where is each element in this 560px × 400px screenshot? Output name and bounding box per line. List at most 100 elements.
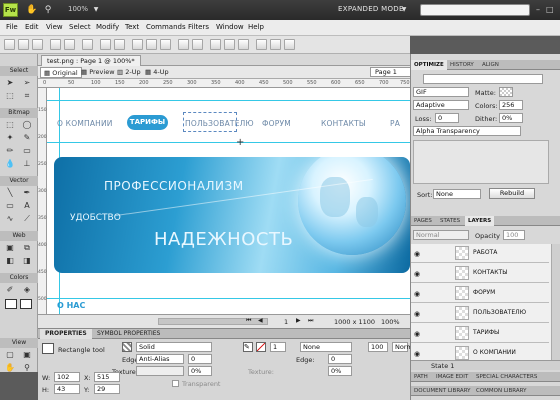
- page-first-icon[interactable]: ⏮: [246, 317, 251, 325]
- copy-icon[interactable]: [146, 39, 157, 50]
- fill-type-select[interactable]: Solid: [136, 342, 212, 352]
- paint-bucket-icon[interactable]: ◈: [22, 285, 32, 295]
- slice-icon[interactable]: ⧉: [22, 243, 32, 253]
- tab-4up[interactable]: ▦ 4-Up: [142, 67, 172, 78]
- tab-original[interactable]: ▦ Original: [40, 67, 82, 78]
- export-preset-select[interactable]: [423, 74, 543, 84]
- lasso-icon[interactable]: ◯: [22, 120, 32, 130]
- x-field[interactable]: 515: [94, 372, 120, 382]
- flip-icon[interactable]: [238, 39, 249, 50]
- search-input[interactable]: [420, 4, 530, 16]
- guide-horizontal[interactable]: [47, 100, 410, 101]
- stroke-width[interactable]: 1: [270, 342, 286, 352]
- menu-window[interactable]: Window: [216, 23, 244, 31]
- text-icon[interactable]: A: [22, 201, 32, 211]
- loss-field[interactable]: 0: [435, 113, 459, 123]
- tab-path[interactable]: PATH: [411, 372, 431, 382]
- menu-modify[interactable]: Modify: [96, 23, 119, 31]
- fill-swatch[interactable]: [122, 342, 132, 352]
- cut-icon[interactable]: [132, 39, 143, 50]
- hand-tool-icon[interactable]: ✋: [5, 363, 15, 373]
- rectangle-icon[interactable]: ▭: [5, 201, 15, 211]
- eye-icon[interactable]: ◉: [414, 250, 420, 258]
- tab-symbol-properties[interactable]: SYMBOL PROPERTIES: [92, 329, 165, 339]
- undo-icon[interactable]: [100, 39, 111, 50]
- palette-select[interactable]: Adaptive: [413, 100, 469, 110]
- matte-swatch[interactable]: [499, 87, 513, 97]
- import-icon[interactable]: [50, 39, 61, 50]
- paste-icon[interactable]: [160, 39, 171, 50]
- eye-icon[interactable]: ◉: [414, 290, 420, 298]
- menu-file[interactable]: File: [6, 23, 18, 31]
- layer-opacity-field[interactable]: 100: [503, 230, 525, 240]
- menu-text[interactable]: Text: [125, 23, 139, 31]
- status-zoom[interactable]: 100%: [381, 318, 400, 326]
- opacity-field[interactable]: 100: [368, 342, 388, 352]
- guide-horizontal[interactable]: [47, 298, 410, 299]
- eye-icon[interactable]: ◉: [414, 350, 420, 358]
- tab-pages[interactable]: PAGES: [411, 216, 435, 226]
- transparent-checkbox[interactable]: [172, 380, 179, 387]
- transparency-select[interactable]: Alpha Transparency: [413, 126, 521, 136]
- sort-select[interactable]: None: [433, 189, 481, 199]
- rotate-icon[interactable]: [224, 39, 235, 50]
- y-field[interactable]: 29: [94, 384, 120, 394]
- show-slices-icon[interactable]: ◨: [22, 256, 32, 266]
- tab-image-edit[interactable]: IMAGE EDIT: [433, 372, 471, 382]
- standard-mode-icon[interactable]: ▢: [5, 350, 15, 360]
- export-icon[interactable]: [64, 39, 75, 50]
- page-next-icon[interactable]: ▶: [296, 317, 301, 324]
- layers-scrollbar[interactable]: [551, 244, 560, 368]
- stroke-edge-value[interactable]: 0: [328, 354, 352, 364]
- eraser-icon[interactable]: ▭: [22, 146, 32, 156]
- eye-icon[interactable]: ◉: [414, 270, 420, 278]
- align-icon[interactable]: [210, 39, 221, 50]
- hand-icon[interactable]: ✋: [26, 4, 38, 16]
- guide-horizontal[interactable]: [47, 142, 410, 143]
- split-icon[interactable]: [284, 39, 295, 50]
- fill-color-swatch[interactable]: [20, 299, 32, 309]
- tab-optimize[interactable]: OPTIMIZE: [411, 60, 447, 70]
- workspace-mode[interactable]: EXPANDED MODE: [338, 5, 404, 13]
- magic-wand-icon[interactable]: ✦: [5, 133, 15, 143]
- document-canvas[interactable]: О КОМПАНИИ ТАРИФЫ ПОЛЬЗОВАТЕЛЮ + ФОРУМ К…: [47, 88, 410, 314]
- tab-document-library[interactable]: DOCUMENT LIBRARY: [411, 386, 474, 396]
- fill-edge-value[interactable]: 0: [188, 354, 212, 364]
- menu-commands[interactable]: Commands: [146, 23, 186, 31]
- pencil-icon[interactable]: ✏: [5, 146, 15, 156]
- hide-slices-icon[interactable]: ◧: [5, 256, 15, 266]
- tab-layers[interactable]: LAYERS: [465, 216, 495, 226]
- tab-properties[interactable]: PROPERTIES: [40, 329, 92, 339]
- layer-row[interactable]: ◉ КОНТАКТЫ: [411, 264, 549, 283]
- page-prev-icon[interactable]: ◀: [258, 317, 263, 324]
- zoom-icon[interactable]: ⚲: [42, 4, 54, 16]
- layer-row[interactable]: ◉ РАБОТА: [411, 244, 549, 263]
- subselect-icon[interactable]: ➢: [22, 78, 32, 88]
- fill-texture-select[interactable]: [136, 366, 184, 376]
- knife-icon[interactable]: ⟋: [22, 214, 32, 224]
- blend-mode-select[interactable]: Normal: [392, 342, 419, 352]
- layer-row[interactable]: ◉ ФОРУМ: [411, 284, 549, 303]
- tab-common-library[interactable]: COMMON LIBRARY: [473, 386, 530, 396]
- new-icon[interactable]: [4, 39, 15, 50]
- tab-history[interactable]: HISTORY: [447, 60, 477, 70]
- hotspot-icon[interactable]: ▣: [5, 243, 15, 253]
- menu-help[interactable]: Help: [248, 23, 264, 31]
- layer-row[interactable]: ◉ ПОЛЬЗОВАТЕЛЮ: [411, 304, 549, 323]
- full-screen-icon[interactable]: ▣: [22, 350, 32, 360]
- chevron-down-icon[interactable]: ▼: [398, 4, 410, 16]
- chevron-down-icon[interactable]: ▼: [90, 4, 102, 16]
- layer-row[interactable]: ◉ ТАРИФЫ: [411, 324, 549, 343]
- rebuild-button[interactable]: Rebuild: [489, 188, 535, 199]
- menu-view[interactable]: View: [46, 23, 63, 31]
- blur-icon[interactable]: 💧: [5, 159, 15, 169]
- stroke-pencil-icon[interactable]: ✎: [243, 342, 253, 352]
- minimize-icon[interactable]: –: [536, 5, 540, 14]
- document-tab[interactable]: test.png : Page 1 @ 100%*: [41, 55, 141, 66]
- redo-icon[interactable]: [114, 39, 125, 50]
- stroke-texture-value[interactable]: 0%: [328, 366, 352, 376]
- height-field[interactable]: 43: [54, 384, 80, 394]
- fill-edge-select[interactable]: Anti-Alias: [136, 354, 184, 364]
- layer-blend-select[interactable]: Normal: [413, 230, 469, 240]
- arrange-icon[interactable]: [256, 39, 267, 50]
